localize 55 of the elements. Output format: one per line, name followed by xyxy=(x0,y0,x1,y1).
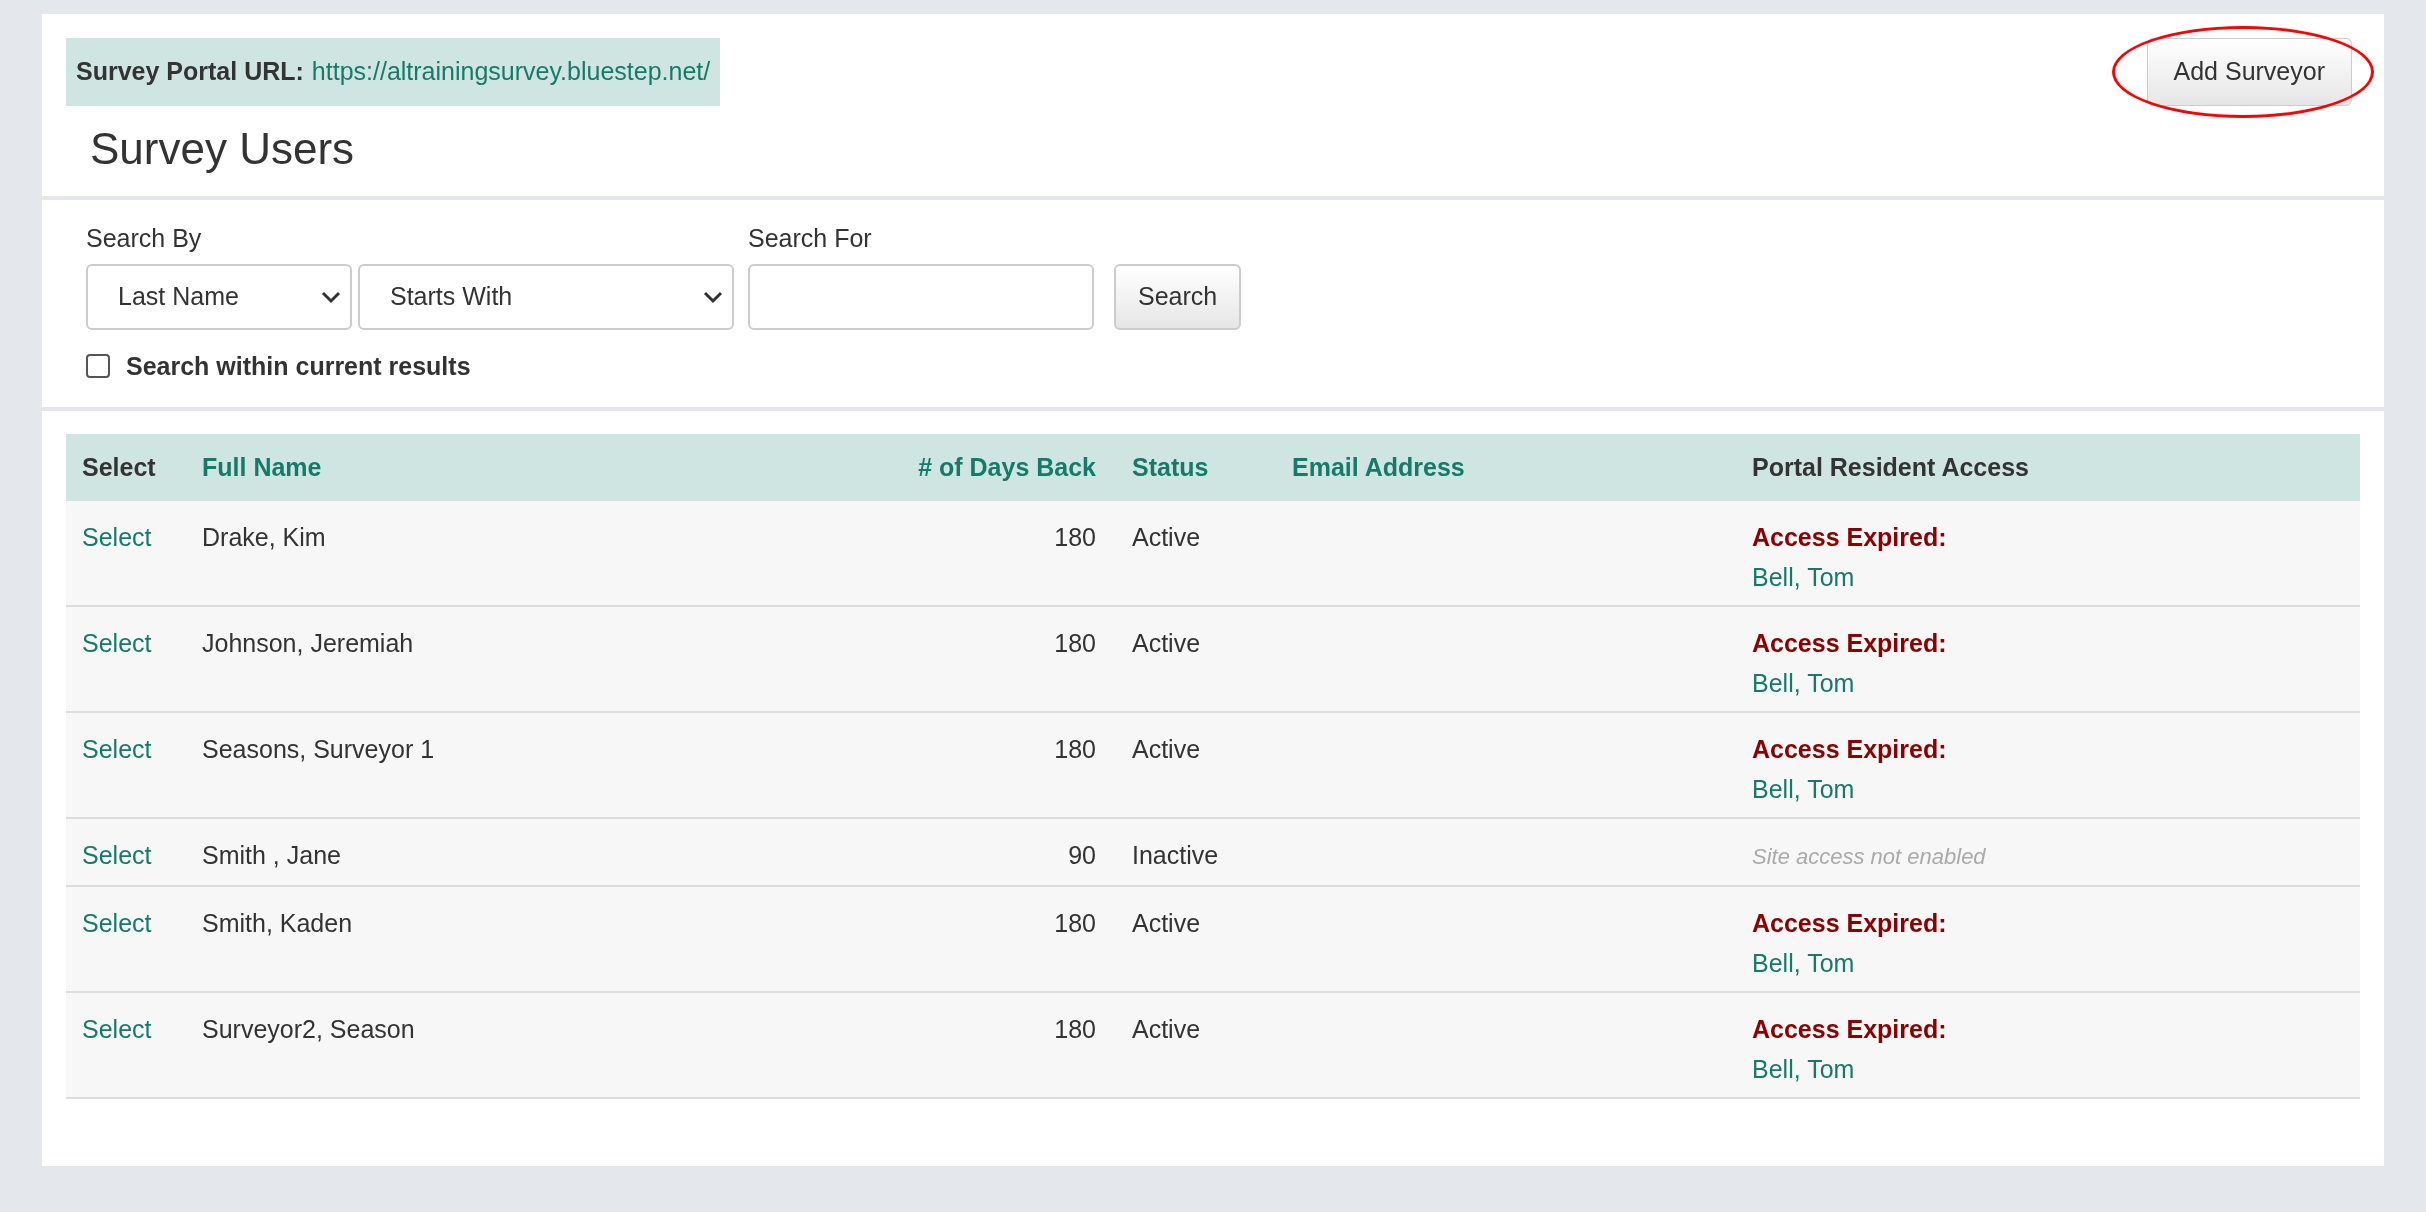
column-header: Select xyxy=(82,451,156,483)
match-select[interactable]: Starts With xyxy=(358,263,734,330)
table-cell-text: 90 xyxy=(1068,840,1096,871)
select-link[interactable]: Select xyxy=(82,905,152,943)
table-cell-text: Surveyor2, Season xyxy=(202,1014,415,1045)
table-cell-text: Active xyxy=(1132,522,1201,553)
table-cell-text: Drake, Kim xyxy=(202,522,326,553)
search-by-label: Search By xyxy=(86,223,203,254)
table-cell-text: Active xyxy=(1132,908,1201,939)
column-header-link[interactable]: Full Name xyxy=(202,448,322,487)
access-expired-label: Access Expired: xyxy=(1752,1014,1948,1045)
portal-url-label: Survey Portal URL: xyxy=(76,56,304,88)
column-header: Portal Resident Access xyxy=(1752,451,2029,483)
portal-url-link[interactable]: https://altrainingsurvey.bluestep.net/ xyxy=(311,53,711,91)
table-cell-text: Active xyxy=(1132,734,1201,765)
access-expired-label: Access Expired: xyxy=(1752,522,1948,553)
table-cell-text: 180 xyxy=(1054,522,1096,553)
checkbox-label: Search within current results xyxy=(126,350,471,382)
column-header-link[interactable]: # of Days Back xyxy=(918,448,1096,487)
access-note: Site access not enabled xyxy=(1752,844,1986,869)
user-link[interactable]: Bell, Tom xyxy=(1752,1050,1855,1088)
checkbox[interactable] xyxy=(86,354,110,379)
table-cell-text: 180 xyxy=(1054,908,1096,939)
column-header-link[interactable]: Status xyxy=(1132,448,1209,487)
user-link[interactable]: Bell, Tom xyxy=(1752,664,1855,702)
search-button[interactable]: Search xyxy=(1114,263,1242,330)
access-expired-label: Access Expired: xyxy=(1752,908,1948,939)
table-cell-text: Active xyxy=(1132,1014,1201,1045)
table-cell-text: Smith , Jane xyxy=(202,840,341,871)
select-link[interactable]: Select xyxy=(82,519,152,557)
search-for-label: Search For xyxy=(748,223,873,254)
table-cell-text: 180 xyxy=(1054,734,1096,765)
search-input[interactable] xyxy=(748,263,1094,330)
select-link[interactable]: Select xyxy=(82,1011,152,1049)
chevron-down-icon xyxy=(702,289,724,304)
chevron-down-icon xyxy=(320,289,342,304)
table-cell-text: Johnson, Jeremiah xyxy=(202,628,414,659)
table-cell-text: Inactive xyxy=(1132,840,1219,871)
user-link[interactable]: Bell, Tom xyxy=(1752,770,1855,808)
table-cell-text: Seasons, Surveyor 1 xyxy=(202,734,435,765)
access-expired-label: Access Expired: xyxy=(1752,628,1948,659)
access-expired-label: Access Expired: xyxy=(1752,734,1948,765)
field-select[interactable]: Last Name xyxy=(86,263,352,330)
table-cell-text: 180 xyxy=(1054,628,1096,659)
add-surveyor-button[interactable]: Add Surveyor xyxy=(2146,38,2352,106)
user-link[interactable]: Bell, Tom xyxy=(1752,558,1855,596)
table-cell-text: Smith, Kaden xyxy=(202,908,353,939)
select-link[interactable]: Select xyxy=(82,625,152,663)
select-link[interactable]: Select xyxy=(82,731,152,769)
select-link[interactable]: Select xyxy=(82,837,152,875)
user-link[interactable]: Bell, Tom xyxy=(1752,944,1855,982)
table-cell-text: Active xyxy=(1132,628,1201,659)
column-header-link[interactable]: Email Address xyxy=(1292,448,1465,487)
page-title: Survey Users xyxy=(90,123,356,175)
table-cell-text: 180 xyxy=(1054,1014,1096,1045)
